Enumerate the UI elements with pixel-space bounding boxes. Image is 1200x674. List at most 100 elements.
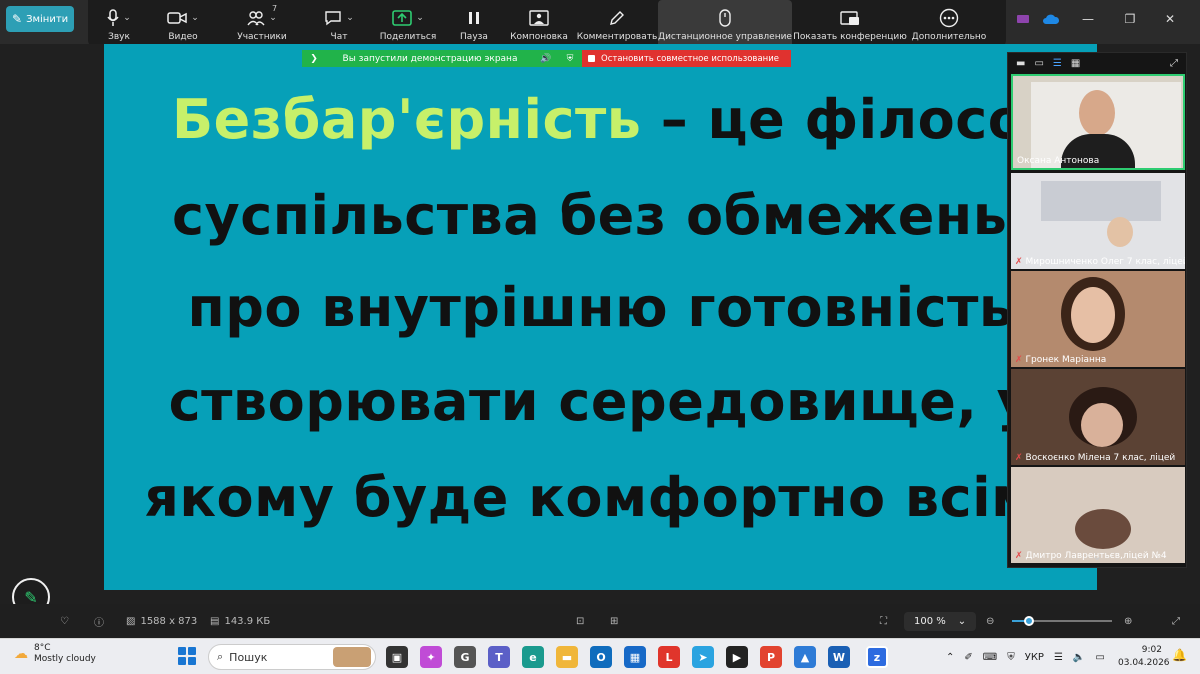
taskbar-search[interactable]: ⌕ Пошук bbox=[208, 644, 376, 670]
layout-button[interactable]: Компоновка bbox=[502, 0, 576, 48]
zoom-slider-knob[interactable] bbox=[1024, 616, 1034, 626]
search-placeholder: Пошук bbox=[229, 650, 268, 664]
strip-view-icon[interactable]: ☰ bbox=[1053, 58, 1062, 69]
chevron-down-icon[interactable]: ⌄ bbox=[346, 13, 354, 23]
minimize-icon[interactable]: — bbox=[1066, 6, 1110, 32]
shield-tray-icon[interactable]: ⛨ bbox=[1007, 652, 1015, 663]
telegram-icon[interactable]: ➤ bbox=[692, 646, 714, 668]
clock-date: 03.04.2026 bbox=[1118, 658, 1170, 668]
share-screen-icon bbox=[392, 9, 413, 26]
participant-name: ✗ Воскоєнко Мілена 7 клас, ліцей bbox=[1015, 453, 1176, 463]
volume-icon[interactable]: 🔈 bbox=[1073, 652, 1085, 663]
copilot-icon[interactable]: ✦ bbox=[420, 646, 442, 668]
single-view-icon[interactable]: ▭ bbox=[1034, 58, 1043, 69]
participant-tile[interactable]: Оксана Антонова bbox=[1011, 74, 1185, 170]
zoom-app-icon[interactable]: z bbox=[866, 646, 888, 668]
word-icon[interactable]: W bbox=[828, 646, 850, 668]
sharing-banner-text: Вы запустили демонстрацию экрана bbox=[342, 53, 518, 64]
cloud-icon[interactable] bbox=[1036, 6, 1066, 32]
participant-tile[interactable]: ✗ Гронек Маріанна bbox=[1011, 271, 1185, 367]
temperature: 8°C bbox=[34, 643, 51, 653]
mic-muted-icon: ✗ bbox=[1015, 551, 1023, 561]
chevron-down-icon[interactable]: ⌄ bbox=[269, 13, 277, 23]
chat-button[interactable]: ⌄ Чат bbox=[308, 0, 370, 48]
mic-muted-icon: ✗ bbox=[1015, 257, 1023, 267]
teams-icon[interactable]: T bbox=[488, 646, 510, 668]
mic-muted-icon: ✗ bbox=[1015, 355, 1023, 365]
wifi-icon[interactable]: ☰ bbox=[1054, 652, 1063, 663]
app-shortcut-icon[interactable] bbox=[1010, 6, 1036, 32]
zoom-slider[interactable] bbox=[1012, 604, 1112, 638]
video-background bbox=[1041, 181, 1161, 221]
chevron-down-icon[interactable]: ⌄ bbox=[123, 13, 131, 23]
notification-bell-icon[interactable]: 🔔 bbox=[1172, 648, 1187, 662]
minimize-panel-icon[interactable]: ▬ bbox=[1016, 58, 1025, 69]
participant-tile[interactable]: ✗ Мирошниченко Олег 7 клас, ліцей bbox=[1011, 173, 1185, 269]
participant-face bbox=[1107, 217, 1133, 247]
zoom-in-icon[interactable]: ⊕ bbox=[1124, 604, 1132, 638]
stop-share-label: Остановить совместное использование bbox=[601, 53, 779, 64]
weather-widget[interactable]: ☁ 8°C Mostly cloudy bbox=[14, 643, 96, 665]
show-meeting-button[interactable]: Показать конференцию bbox=[792, 0, 908, 48]
cloud-sun-icon: ☁ bbox=[14, 646, 28, 662]
system-tray: ⌃ ✐ ⌨ ⛨ УКР ☰ 🔈 ▭ bbox=[946, 639, 1105, 674]
show-meeting-icon bbox=[840, 10, 859, 25]
app-g-icon[interactable]: G bbox=[454, 646, 476, 668]
participants-button[interactable]: ⌄ 7 Участники bbox=[216, 0, 308, 48]
video-button[interactable]: ⌄ Видео bbox=[150, 0, 216, 48]
close-icon[interactable]: ✕ bbox=[1150, 6, 1190, 32]
fit-screen-icon[interactable]: ⛶ bbox=[880, 604, 887, 638]
audio-button[interactable]: ⌄ Звук bbox=[88, 0, 150, 48]
remote-control-button[interactable]: Дистанционное управление bbox=[658, 0, 792, 48]
speaker-icon[interactable]: 🔊 bbox=[534, 54, 558, 64]
battery-icon[interactable]: ▭ bbox=[1095, 652, 1104, 663]
file-explorer-icon[interactable]: ▬ bbox=[556, 646, 578, 668]
image-icon: ▨ bbox=[126, 615, 136, 627]
fullscreen-icon[interactable]: ⤢ bbox=[1172, 604, 1180, 638]
zoom-out-icon[interactable]: ⊖ bbox=[986, 604, 994, 638]
slide-image: Безбар'єрність – це філософія суспільств… bbox=[104, 44, 1097, 590]
heart-icon[interactable]: ♡ bbox=[60, 604, 69, 638]
expand-icon[interactable]: ⤢ bbox=[1170, 58, 1178, 69]
layout-icon bbox=[529, 9, 549, 26]
edit-button[interactable]: ✎ Змінити bbox=[6, 6, 74, 32]
mouse-icon bbox=[719, 8, 731, 27]
more-button[interactable]: Дополнительно bbox=[908, 0, 990, 48]
clock[interactable]: 9:02 03.04.2026 bbox=[1118, 644, 1170, 670]
chevron-up-icon[interactable]: ⌃ bbox=[946, 652, 954, 663]
media-player-icon[interactable]: ▶ bbox=[726, 646, 748, 668]
stop-share-button[interactable]: Остановить совместное использование bbox=[582, 50, 791, 67]
edge-icon[interactable]: e bbox=[522, 646, 544, 668]
edit-button-label: Змінити bbox=[26, 13, 69, 25]
share-screen-button[interactable]: ⌄ Поделиться bbox=[370, 0, 446, 48]
grid-view-icon[interactable]: ▦ bbox=[1071, 58, 1080, 69]
chevron-down-icon[interactable]: ⌄ bbox=[416, 13, 424, 23]
pdf-reader-icon[interactable]: P bbox=[760, 646, 782, 668]
scan-icon[interactable]: ⊞ bbox=[610, 604, 618, 638]
store-icon[interactable]: ▦ bbox=[624, 646, 646, 668]
video-camera-icon bbox=[167, 11, 187, 24]
weather-condition: Mostly cloudy bbox=[34, 654, 96, 664]
maximize-icon[interactable]: ❐ bbox=[1110, 6, 1150, 32]
chevron-down-icon[interactable]: ⌄ bbox=[1092, 549, 1102, 563]
annotate-button[interactable]: Комментировать bbox=[576, 0, 658, 48]
participant-tile[interactable]: ✗ Воскоєнко Мілена 7 клас, ліцей bbox=[1011, 369, 1185, 465]
outlook-icon[interactable]: O bbox=[590, 646, 612, 668]
signal-icon: ❯ bbox=[310, 53, 318, 64]
participant-name: ✗ Гронек Маріанна bbox=[1015, 355, 1107, 365]
slide-line-3: про внутрішню готовність bbox=[187, 276, 1014, 339]
pause-share-button[interactable]: Пауза bbox=[446, 0, 502, 48]
app-l-icon[interactable]: L bbox=[658, 646, 680, 668]
language-indicator[interactable]: УКР bbox=[1025, 652, 1044, 663]
pen-tray-icon[interactable]: ✐ bbox=[964, 652, 972, 663]
more-icon bbox=[939, 8, 959, 27]
info-icon[interactable]: ⓘ bbox=[94, 604, 104, 638]
keyboard-icon[interactable]: ⌨ bbox=[983, 652, 997, 663]
photos-icon[interactable]: ▲ bbox=[794, 646, 816, 668]
task-view-icon[interactable]: ▣ bbox=[386, 646, 408, 668]
crop-icon[interactable]: ⊡ bbox=[576, 604, 584, 638]
slide-line-1: Безбар'єрність – це філософія bbox=[172, 88, 1097, 151]
start-button[interactable] bbox=[178, 647, 196, 665]
zoom-select[interactable]: 100 % ⌄ bbox=[904, 604, 977, 638]
chevron-down-icon[interactable]: ⌄ bbox=[191, 13, 199, 23]
